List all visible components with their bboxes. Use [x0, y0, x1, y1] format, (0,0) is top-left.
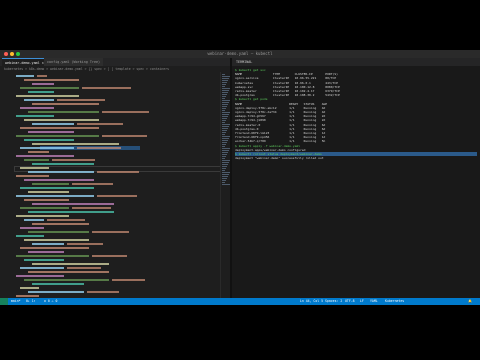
indentation[interactable]: Spaces: 2 — [325, 298, 342, 305]
minimap-line — [222, 166, 227, 167]
schema-indicator[interactable]: Kubernetes — [385, 298, 404, 305]
minimap-line — [222, 124, 230, 125]
minimap-line — [222, 120, 226, 121]
minimap-line — [222, 106, 227, 107]
minimap-line — [222, 98, 225, 99]
tab-config[interactable]: config.yaml (Working Tree) — [44, 58, 104, 66]
git-branch[interactable]: main* — [11, 298, 21, 305]
minimap-line — [222, 162, 229, 163]
minimap-line — [222, 182, 225, 183]
app-window: webinar-demo.yaml — kubectl webinar-demo… — [0, 50, 480, 305]
minimap-line — [222, 108, 226, 109]
minimap-line — [222, 178, 227, 179]
minimap-line — [222, 88, 230, 89]
terminal-header: TERMINAL — [232, 58, 480, 66]
code-editor[interactable] — [0, 72, 230, 298]
minimap-line — [222, 154, 227, 155]
minimap-line — [222, 130, 227, 131]
minimap-line — [222, 92, 228, 93]
notifications-bell-icon[interactable]: 🔔 — [468, 298, 472, 305]
minimap-line — [222, 114, 229, 115]
terminal-line: deployment "webinar-demo" successfully r… — [235, 156, 324, 161]
minimap-line — [222, 174, 229, 175]
minimap-line — [222, 160, 230, 161]
minimap-line — [222, 104, 228, 105]
title-bar: webinar-demo.yaml — kubectl — [0, 50, 480, 58]
minimap-line — [222, 172, 230, 173]
minimap-line — [222, 112, 230, 113]
minimap-line — [222, 134, 225, 135]
minimap-line — [222, 136, 230, 137]
minimap-line — [222, 164, 228, 165]
minimap-line — [222, 140, 228, 141]
minimap-line — [222, 118, 227, 119]
minimap-line — [222, 126, 229, 127]
minimap-line — [222, 90, 229, 91]
language-mode[interactable]: YAML — [370, 298, 378, 305]
minimap-line — [222, 78, 229, 79]
editor-tabs: webinar-demo.yaml × config.yaml (Working… — [0, 58, 230, 67]
minimap-line — [222, 184, 230, 185]
minimap-line — [222, 150, 229, 151]
minimap-line — [222, 96, 226, 97]
minimap-line — [222, 170, 225, 171]
minimap-line — [222, 156, 226, 157]
minimap-line — [222, 102, 229, 103]
problems-count[interactable]: ⊗ 0 ⚠ 0 — [44, 298, 57, 305]
remote-indicator-icon[interactable] — [0, 298, 8, 305]
minimap-line — [222, 76, 230, 77]
zoom-window-icon[interactable] — [16, 52, 20, 56]
minimap-line — [222, 180, 226, 181]
minimap-line — [222, 100, 230, 101]
minimap-line — [222, 86, 225, 87]
minimap-line — [222, 110, 225, 111]
minimap-line — [222, 142, 227, 143]
status-bar: main* 0↓ 1↑ ⊗ 0 ⚠ 0 Ln 44, Col 5 Spaces:… — [0, 298, 480, 305]
close-window-icon[interactable] — [4, 52, 8, 56]
minimap-line — [222, 148, 230, 149]
minimap-line — [222, 146, 225, 147]
minimap-line — [222, 82, 227, 83]
minimap-line — [222, 122, 225, 123]
minimap-line — [222, 138, 229, 139]
line-number-gutter — [0, 72, 14, 298]
minimap-line — [222, 132, 226, 133]
minimap-line — [222, 144, 226, 145]
minimap-line — [222, 80, 228, 81]
minimap-line — [222, 176, 228, 177]
terminal-panel[interactable]: TERMINAL $ kubectl get svc NAME TYPE CLUS… — [232, 58, 480, 298]
sync-status[interactable]: 0↓ 1↑ — [26, 298, 36, 305]
cursor-position[interactable]: Ln 44, Col 5 — [300, 298, 323, 305]
minimize-window-icon[interactable] — [10, 52, 14, 56]
window-title: webinar-demo.yaml — kubectl — [207, 51, 273, 56]
line-endings[interactable]: LF — [360, 298, 364, 305]
minimap-line — [222, 94, 227, 95]
file-encoding[interactable]: UTF-8 — [345, 298, 355, 305]
minimap-line — [222, 168, 226, 169]
minimap-line — [222, 152, 228, 153]
minimap-line — [222, 128, 228, 129]
minimap-line — [222, 116, 228, 117]
minimap-line — [222, 74, 225, 75]
minimap-line — [222, 158, 225, 159]
minimap-line — [222, 84, 226, 85]
minimap[interactable] — [220, 72, 230, 298]
